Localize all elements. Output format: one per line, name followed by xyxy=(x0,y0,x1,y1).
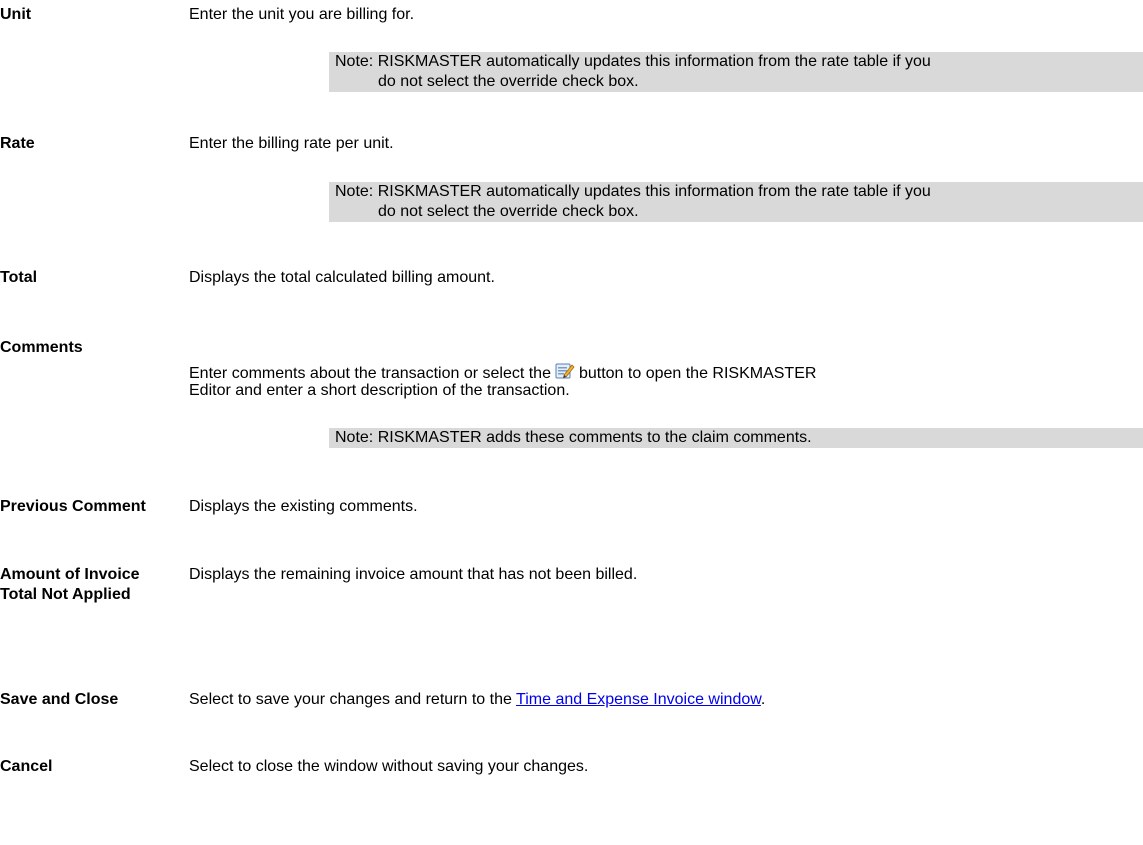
save-and-close-label: Save and Close xyxy=(0,691,119,708)
amount-not-applied-label: Amount of Invoice Total Not Applied xyxy=(0,565,140,605)
comments-description-part1: Enter comments about the transaction or … xyxy=(189,365,551,382)
rate-description: Enter the billing rate per unit. xyxy=(189,135,394,152)
rate-label: Rate xyxy=(0,135,35,152)
comments-description-part2: button to open the RISKMASTER xyxy=(578,365,817,382)
amount-not-applied-label-line2: Total Not Applied xyxy=(0,586,131,603)
cancel-description: Select to close the window without savin… xyxy=(189,758,589,775)
save-and-close-period: . xyxy=(760,691,766,708)
rate-note: Note: RISKMASTER automatically updates t… xyxy=(329,182,1143,222)
unit-note-line2: do not select the override check box. xyxy=(378,73,639,90)
save-and-close-description: Select to save your changes and return t… xyxy=(189,690,765,710)
rate-note-line2: do not select the override check box. xyxy=(378,203,639,220)
unit-note: Note: RISKMASTER automatically updates t… xyxy=(329,52,1143,92)
total-description: Displays the total calculated billing am… xyxy=(189,269,495,286)
unit-label: Unit xyxy=(0,6,32,23)
comments-note: Note: RISKMASTER adds these comments to … xyxy=(329,428,1143,448)
unit-description: Enter the unit you are billing for. xyxy=(189,6,415,23)
unit-note-line1: Note: RISKMASTER automatically updates t… xyxy=(335,53,931,70)
comments-description-line2: Editor and enter a short description of … xyxy=(189,382,570,399)
previous-comment-label: Previous Comment xyxy=(0,498,146,515)
rate-note-line1: Note: RISKMASTER automatically updates t… xyxy=(335,183,931,200)
comments-label: Comments xyxy=(0,339,83,356)
editor-icon[interactable] xyxy=(555,361,575,381)
save-and-close-description-text: Select to save your changes and return t… xyxy=(189,691,512,708)
amount-not-applied-label-line1: Amount of Invoice xyxy=(0,566,140,583)
previous-comment-description: Displays the existing comments. xyxy=(189,498,418,515)
amount-not-applied-description: Displays the remaining invoice amount th… xyxy=(189,566,638,583)
time-and-expense-invoice-link[interactable]: Time and Expense Invoice window xyxy=(516,691,761,708)
total-label: Total xyxy=(0,269,38,286)
cancel-label: Cancel xyxy=(0,758,53,775)
